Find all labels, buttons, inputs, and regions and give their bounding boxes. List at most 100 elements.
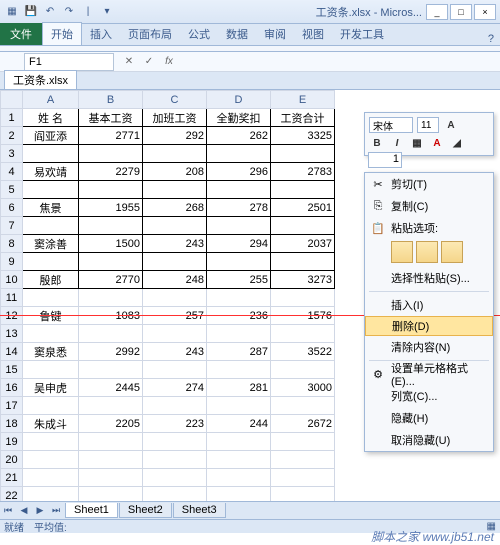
tab-insert[interactable]: 插入	[82, 23, 120, 45]
cell[interactable]: 2279	[79, 163, 143, 181]
col-header-A[interactable]: A	[23, 91, 79, 109]
row-header[interactable]: 15	[1, 361, 23, 379]
cell[interactable]: 244	[207, 415, 271, 433]
cell[interactable]: 1500	[79, 235, 143, 253]
row-header[interactable]: 10	[1, 271, 23, 289]
row-header[interactable]: 17	[1, 397, 23, 415]
col-header-B[interactable]: B	[79, 91, 143, 109]
cell[interactable]: 2037	[271, 235, 335, 253]
cell[interactable]: 294	[207, 235, 271, 253]
row-header[interactable]: 8	[1, 235, 23, 253]
cell[interactable]: 268	[143, 199, 207, 217]
ctx-copy[interactable]: ⎘复制(C)	[365, 195, 493, 217]
sheet-nav-last[interactable]: ⏭	[48, 503, 64, 519]
close-button[interactable]: ×	[474, 4, 496, 20]
border-button[interactable]: ▦	[409, 135, 425, 151]
file-tab[interactable]: 文件	[0, 23, 42, 45]
cell[interactable]: 278	[207, 199, 271, 217]
cell[interactable]: 2783	[271, 163, 335, 181]
tab-home[interactable]: 开始	[42, 22, 82, 45]
row-header[interactable]: 18	[1, 415, 23, 433]
cell[interactable]: 243	[143, 235, 207, 253]
sheet-tab-3[interactable]: Sheet3	[173, 503, 226, 518]
save-icon[interactable]: 💾	[23, 4, 39, 20]
ctx-paste-special[interactable]: 选择性粘贴(S)...	[365, 267, 493, 289]
cancel-formula-icon[interactable]: ✕	[120, 53, 138, 71]
fx-icon[interactable]: fx	[160, 53, 178, 71]
cell[interactable]: 3522	[271, 343, 335, 361]
cell[interactable]: 296	[207, 163, 271, 181]
cell[interactable]: 2501	[271, 199, 335, 217]
select-all[interactable]	[1, 91, 23, 109]
col-header-E[interactable]: E	[271, 91, 335, 109]
ctx-delete[interactable]: 删除(D)	[365, 316, 493, 336]
paste-opt-2[interactable]	[416, 241, 438, 263]
font-color-button[interactable]: A	[429, 135, 445, 151]
row-header[interactable]: 2	[1, 127, 23, 145]
sheet-nav-prev[interactable]: ◀	[16, 503, 32, 519]
enter-formula-icon[interactable]: ✓	[140, 53, 158, 71]
row-header[interactable]: 13	[1, 325, 23, 343]
sheet-tab-2[interactable]: Sheet2	[119, 503, 172, 518]
ctx-hide[interactable]: 隐藏(H)	[365, 407, 493, 429]
row-header[interactable]: 21	[1, 469, 23, 487]
cell[interactable]: 2992	[79, 343, 143, 361]
cell[interactable]: 287	[207, 343, 271, 361]
grow-font-icon[interactable]: A	[443, 117, 459, 133]
cell[interactable]: 3000	[271, 379, 335, 397]
font-size-select[interactable]: 11	[417, 117, 439, 133]
sheet-nav-next[interactable]: ▶	[32, 503, 48, 519]
tab-review[interactable]: 审阅	[256, 23, 294, 45]
row-header[interactable]: 14	[1, 343, 23, 361]
minimize-button[interactable]: _	[426, 4, 448, 20]
ctx-format-cells[interactable]: ⚙设置单元格格式(E)...	[365, 363, 493, 385]
cell[interactable]: 2771	[79, 127, 143, 145]
cell[interactable]: 255	[207, 271, 271, 289]
cell[interactable]: 易欢靖	[23, 163, 79, 181]
tab-formulas[interactable]: 公式	[180, 23, 218, 45]
sheet-nav-first[interactable]: ⏮	[0, 503, 16, 519]
cell[interactable]: 3325	[271, 127, 335, 145]
cell[interactable]: 2445	[79, 379, 143, 397]
cell[interactable]: 262	[207, 127, 271, 145]
row-header[interactable]: 4	[1, 163, 23, 181]
tab-page-layout[interactable]: 页面布局	[120, 23, 180, 45]
cell[interactable]: 殷郎	[23, 271, 79, 289]
ctx-unhide[interactable]: 取消隐藏(U)	[365, 429, 493, 451]
row-header[interactable]: 5	[1, 181, 23, 199]
tab-data[interactable]: 数据	[218, 23, 256, 45]
cell[interactable]: 窦涂善	[23, 235, 79, 253]
workbook-tab[interactable]: 工资条.xlsx	[4, 70, 77, 89]
tab-view[interactable]: 视图	[294, 23, 332, 45]
undo-icon[interactable]: ↶	[42, 4, 58, 20]
ctx-cut[interactable]: ✂剪切(T)	[365, 173, 493, 195]
row-header[interactable]: 19	[1, 433, 23, 451]
cell[interactable]: 2770	[79, 271, 143, 289]
row-header[interactable]: 16	[1, 379, 23, 397]
cell[interactable]: 阎亚添	[23, 127, 79, 145]
row-header[interactable]: 3	[1, 145, 23, 163]
italic-button[interactable]: I	[389, 135, 405, 151]
qat-more-icon[interactable]: ▾	[99, 4, 115, 20]
row-header[interactable]: 7	[1, 217, 23, 235]
row-header[interactable]: 11	[1, 289, 23, 307]
row-header[interactable]: 1	[1, 109, 23, 127]
ctx-insert[interactable]: 插入(I)	[365, 294, 493, 316]
cell[interactable]: 3273	[271, 271, 335, 289]
row-header[interactable]: 9	[1, 253, 23, 271]
ctx-clear[interactable]: 清除内容(N)	[365, 336, 493, 358]
font-select[interactable]: 宋体	[369, 117, 413, 133]
paste-opt-3[interactable]	[441, 241, 463, 263]
cell[interactable]: 1955	[79, 199, 143, 217]
cell[interactable]: 208	[143, 163, 207, 181]
cell[interactable]: 2205	[79, 415, 143, 433]
cell[interactable]: 2672	[271, 415, 335, 433]
cell[interactable]: 292	[143, 127, 207, 145]
sheet-tab-1[interactable]: Sheet1	[65, 503, 118, 518]
bold-button[interactable]: B	[369, 135, 385, 151]
row-header[interactable]: 6	[1, 199, 23, 217]
help-icon[interactable]: ?	[482, 33, 500, 45]
row-header[interactable]: 20	[1, 451, 23, 469]
cell[interactable]: 223	[143, 415, 207, 433]
paste-opt-1[interactable]	[391, 241, 413, 263]
